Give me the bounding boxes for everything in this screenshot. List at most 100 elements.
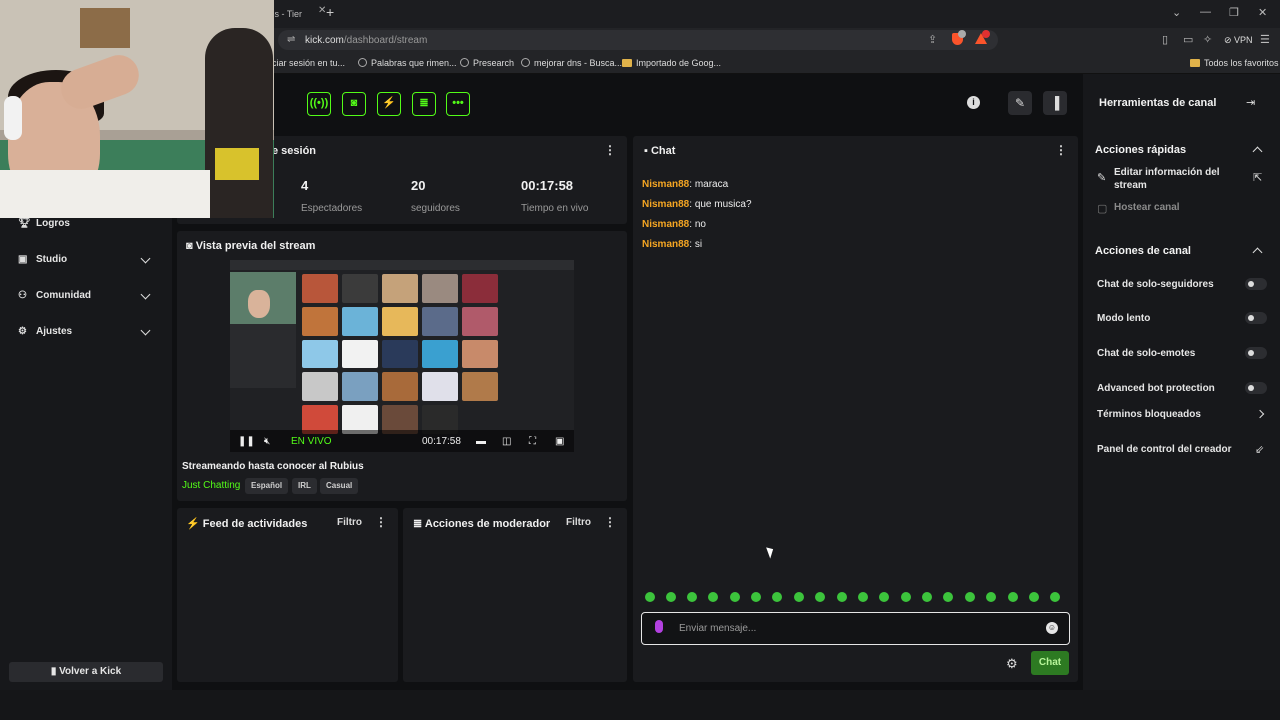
emote-icon[interactable] xyxy=(730,592,740,602)
close-window-icon[interactable]: ✕ xyxy=(1258,6,1267,19)
kebab-menu-icon[interactable]: ⋮ xyxy=(375,515,387,529)
chat-bubble-icon[interactable]: ••• xyxy=(446,92,470,116)
extensions-icon[interactable]: ✧ xyxy=(1203,33,1212,46)
emote-icon[interactable] xyxy=(666,592,676,602)
wallet-icon[interactable]: ▭ xyxy=(1183,33,1193,46)
chat-username[interactable]: Nisman88 xyxy=(642,219,689,230)
emote-icon[interactable] xyxy=(687,592,697,602)
emote-icon[interactable] xyxy=(708,592,718,602)
emote-icon[interactable] xyxy=(1008,592,1018,602)
emote-icon[interactable] xyxy=(922,592,932,602)
sidebar-item-studio[interactable]: ▣ Studio xyxy=(18,254,67,270)
sidebar-item-ajustes[interactable]: ⚙ Ajustes xyxy=(18,326,72,342)
emote-icon[interactable] xyxy=(645,592,655,602)
kebab-menu-icon[interactable]: ⋮ xyxy=(604,143,616,157)
blocked-terms-link[interactable]: Términos bloqueados xyxy=(1097,409,1201,420)
bookmark-item[interactable]: iciar sesión en tu... xyxy=(270,58,345,68)
emote-icon[interactable] xyxy=(858,592,868,602)
collapse-panel-icon[interactable]: ⇥ xyxy=(1246,96,1255,109)
share-icon[interactable]: ⇪ xyxy=(928,33,937,46)
stream-preview-video[interactable] xyxy=(230,260,574,452)
pip-icon[interactable]: ◫ xyxy=(502,436,511,447)
emote-icon[interactable] xyxy=(751,592,761,602)
mic-icon[interactable] xyxy=(655,620,663,633)
chat-username[interactable]: Nisman88 xyxy=(642,179,689,190)
bookmark-item[interactable]: mejorar dns - Busca... xyxy=(521,58,622,68)
kebab-menu-icon[interactable]: ⋮ xyxy=(604,515,616,529)
activity-feed-panel xyxy=(177,508,398,682)
tag[interactable]: Español xyxy=(245,478,289,494)
chat-settings-icon[interactable]: ⚙ xyxy=(1006,656,1018,672)
emote-only-toggle[interactable] xyxy=(1245,347,1267,359)
emote-icon[interactable] xyxy=(837,592,847,602)
activity-filter-button[interactable]: Filtro xyxy=(337,517,362,528)
chat-input-placeholder: Enviar mensaje... xyxy=(679,623,757,634)
send-chat-button[interactable]: Chat xyxy=(1031,651,1069,675)
bookmark-folder[interactable]: Importado de Goog... xyxy=(622,58,721,68)
emote-bar xyxy=(644,592,1064,604)
edit-icon[interactable]: ✎ xyxy=(1008,91,1032,115)
emote-icon[interactable] xyxy=(943,592,953,602)
fullscreen-icon[interactable]: ⛶ xyxy=(529,436,536,447)
mute-icon[interactable]: 🔇︎ xyxy=(264,436,270,447)
pause-icon[interactable]: ❚❚ xyxy=(238,436,255,447)
chat-bubble-icon: ▪ xyxy=(644,145,648,157)
sidebar-item-comunidad[interactable]: ⚇ Comunidad xyxy=(18,290,91,306)
category-link[interactable]: Just Chatting xyxy=(182,480,240,491)
arrow-down-left-icon: ⇙ xyxy=(1255,444,1265,456)
info-icon[interactable]: i xyxy=(967,96,980,109)
back-to-kick-button[interactable]: ▮ Volver a Kick xyxy=(9,662,163,682)
creator-panel-link[interactable]: Panel de control del creador xyxy=(1097,444,1231,455)
tag[interactable]: IRL xyxy=(292,478,317,494)
all-favorites[interactable]: Todos los favoritos xyxy=(1190,58,1279,68)
layout-icon[interactable]: ▐ xyxy=(1043,91,1067,115)
tab-list-icon[interactable]: ⌄ xyxy=(1172,6,1181,19)
emote-icon[interactable] xyxy=(986,592,996,602)
new-tab-icon[interactable]: + xyxy=(326,4,334,20)
bot-protection-toggle[interactable] xyxy=(1245,382,1267,394)
notes-icon[interactable]: ≣ xyxy=(412,92,436,116)
emote-icon[interactable] xyxy=(772,592,782,602)
minimize-icon[interactable]: — xyxy=(1200,6,1211,18)
broadcast-icon[interactable]: ((•)) xyxy=(307,92,331,116)
emote-icon[interactable] xyxy=(879,592,889,602)
followers-only-label: Chat de solo-seguidores xyxy=(1097,279,1214,290)
slow-mode-toggle[interactable] xyxy=(1245,312,1267,324)
rewards-badge xyxy=(982,30,990,38)
emote-icon[interactable] xyxy=(965,592,975,602)
emote-icon[interactable] xyxy=(1029,592,1039,602)
edit-stream-info-link[interactable]: Editar información del stream xyxy=(1114,166,1220,192)
menu-icon[interactable]: ☰ xyxy=(1260,33,1270,46)
emote-icon[interactable] xyxy=(1050,592,1060,602)
tag[interactable]: Casual xyxy=(320,478,359,494)
sidebar-toggle-icon[interactable]: ▯ xyxy=(1162,33,1168,46)
site-info-icon[interactable]: ⇌ xyxy=(287,34,295,45)
bookmark-item[interactable]: Palabras que rimen... xyxy=(358,58,457,68)
host-icon: ▢ xyxy=(1097,203,1108,215)
trophy-icon: 🏆︎ xyxy=(18,218,31,229)
emote-icon[interactable] xyxy=(794,592,804,602)
host-channel-link[interactable]: Hostear canal xyxy=(1114,202,1180,213)
camera-icon[interactable]: ◙ xyxy=(342,92,366,116)
emote-icon[interactable] xyxy=(815,592,825,602)
theater-icon[interactable]: ▬ xyxy=(476,436,486,447)
moderator-filter-button[interactable]: Filtro xyxy=(566,517,591,528)
emote-icon[interactable] xyxy=(901,592,911,602)
quality-icon[interactable]: ▣ xyxy=(555,436,564,447)
vpn-button[interactable]: ⊘ VPN xyxy=(1224,35,1253,46)
gear-icon: ⚙ xyxy=(18,326,27,337)
session-title: e sesión xyxy=(272,145,317,157)
bookmark-item[interactable]: Presearch xyxy=(460,58,514,68)
moderator-title: ≣ Acciones de moderador xyxy=(413,518,551,530)
url-text[interactable]: kick.com/dashboard/stream xyxy=(305,35,427,46)
chat-username[interactable]: Nisman88 xyxy=(642,199,689,210)
emoji-icon[interactable]: ☺ xyxy=(1046,622,1058,634)
sidebar-item-logros[interactable]: 🏆︎ Logros xyxy=(18,218,70,234)
followers-only-toggle[interactable] xyxy=(1245,278,1267,290)
notes-icon: ≣ xyxy=(413,518,423,530)
maximize-icon[interactable]: ❐ xyxy=(1229,6,1239,19)
live-time: 00:17:58 xyxy=(521,178,574,193)
chat-username[interactable]: Nisman88 xyxy=(642,239,689,250)
lightning-icon[interactable]: ⚡ xyxy=(377,92,401,116)
kebab-menu-icon[interactable]: ⋮ xyxy=(1055,143,1067,157)
